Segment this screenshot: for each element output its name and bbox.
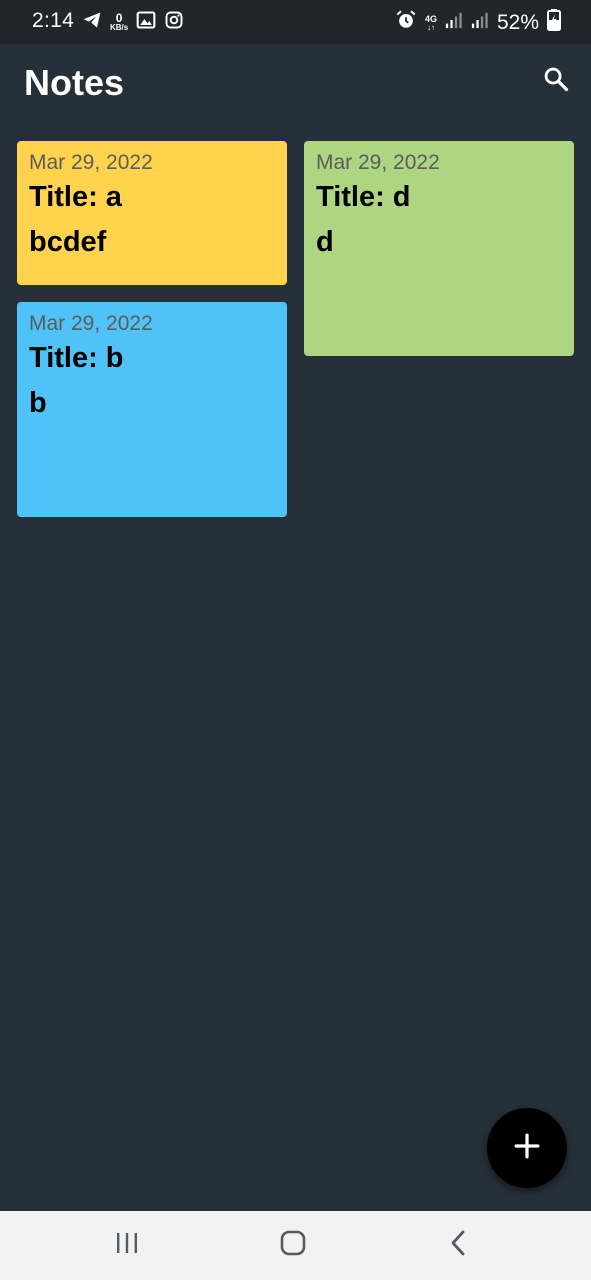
status-right-icons: 4G ↓↑ 52%: [395, 9, 561, 37]
page-title: Notes: [24, 62, 125, 103]
note-date: Mar 29, 2022: [29, 312, 153, 335]
note-body: bcdef: [29, 226, 107, 258]
note-title: Title: d: [316, 181, 411, 213]
search-icon: [542, 65, 570, 98]
home-icon: [280, 1230, 306, 1261]
battery-icon: [547, 9, 561, 37]
note-card-a[interactable]: Mar 29, 2022 Title: a bcdef: [17, 141, 287, 285]
alarm-icon: [395, 9, 417, 37]
note-card-d[interactable]: Mar 29, 2022 Title: d d: [304, 141, 574, 356]
signal-icon: [445, 11, 463, 35]
note-date: Mar 29, 2022: [29, 151, 153, 174]
status-time: 2:14: [32, 9, 75, 32]
plus-icon: [514, 1133, 540, 1164]
back-button[interactable]: [418, 1211, 498, 1280]
add-note-button[interactable]: [487, 1108, 567, 1188]
note-body: d: [316, 226, 334, 258]
home-button[interactable]: [253, 1211, 333, 1280]
instagram-icon: [164, 10, 184, 35]
system-nav-bar: [0, 1211, 591, 1280]
telegram-icon: [82, 10, 102, 35]
status-left-icons: 0 KB/s: [82, 10, 184, 35]
search-button[interactable]: [541, 66, 571, 96]
note-body: b: [29, 387, 47, 419]
note-card-b[interactable]: Mar 29, 2022 Title: b b: [17, 302, 287, 517]
net-speed-value: 0: [115, 10, 123, 25]
note-date: Mar 29, 2022: [316, 151, 440, 174]
note-title: Title: b: [29, 342, 124, 374]
gallery-icon: [136, 10, 156, 35]
app-bar: Notes: [0, 44, 591, 122]
signal-icon: [471, 11, 489, 35]
note-title: Title: a: [29, 181, 122, 213]
recent-apps-icon: [114, 1231, 140, 1260]
recent-apps-button[interactable]: [87, 1211, 167, 1280]
back-icon: [448, 1230, 468, 1261]
status-bar: 2:14 0 KB/s 4G ↓↑ 52%: [0, 0, 591, 44]
battery-percent: 52%: [496, 11, 539, 34]
net-speed-icon: 0 KB/s: [110, 12, 128, 32]
net-speed-unit: KB/s: [110, 22, 129, 32]
4g-icon: 4G ↓↑: [424, 13, 437, 32]
